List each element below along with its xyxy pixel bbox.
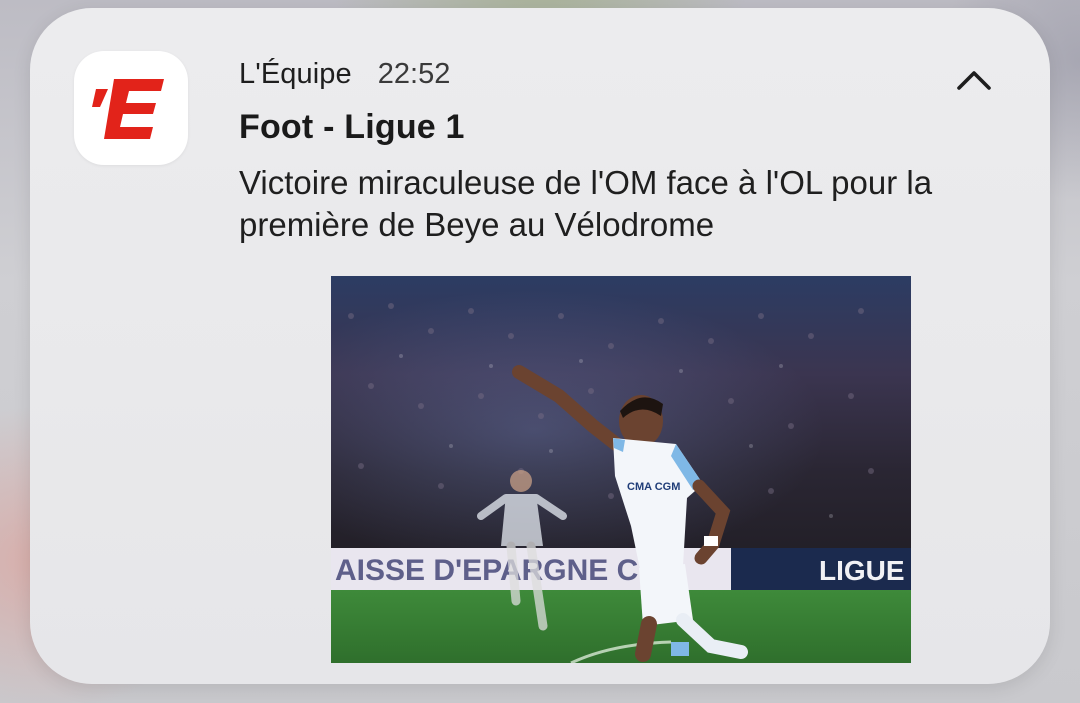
notification-card[interactable]: L'Équipe 22:52 Foot - Ligue 1 Victoire m… xyxy=(30,8,1050,684)
app-name: L'Équipe xyxy=(239,58,352,90)
collapse-button[interactable] xyxy=(950,60,998,100)
notification-header: L'Équipe 22:52 xyxy=(239,58,450,98)
shirt-text: CMA CGM xyxy=(627,481,680,493)
board-text-right: LIGUE 1 xyxy=(819,555,911,586)
notification-image[interactable]: AISSE D'EPARGNE CEP LIGUE 1 xyxy=(331,276,911,663)
notification-title: Foot - Ligue 1 xyxy=(239,108,465,146)
lequipe-logo-icon xyxy=(74,51,188,165)
board-text-left: AISSE D'EPARGNE CEP xyxy=(335,554,678,587)
chevron-up-icon xyxy=(957,71,991,90)
notification-body: Victoire miraculeuse de l'OM face à l'OL… xyxy=(239,164,933,243)
notification-time: 22:52 xyxy=(377,58,451,90)
